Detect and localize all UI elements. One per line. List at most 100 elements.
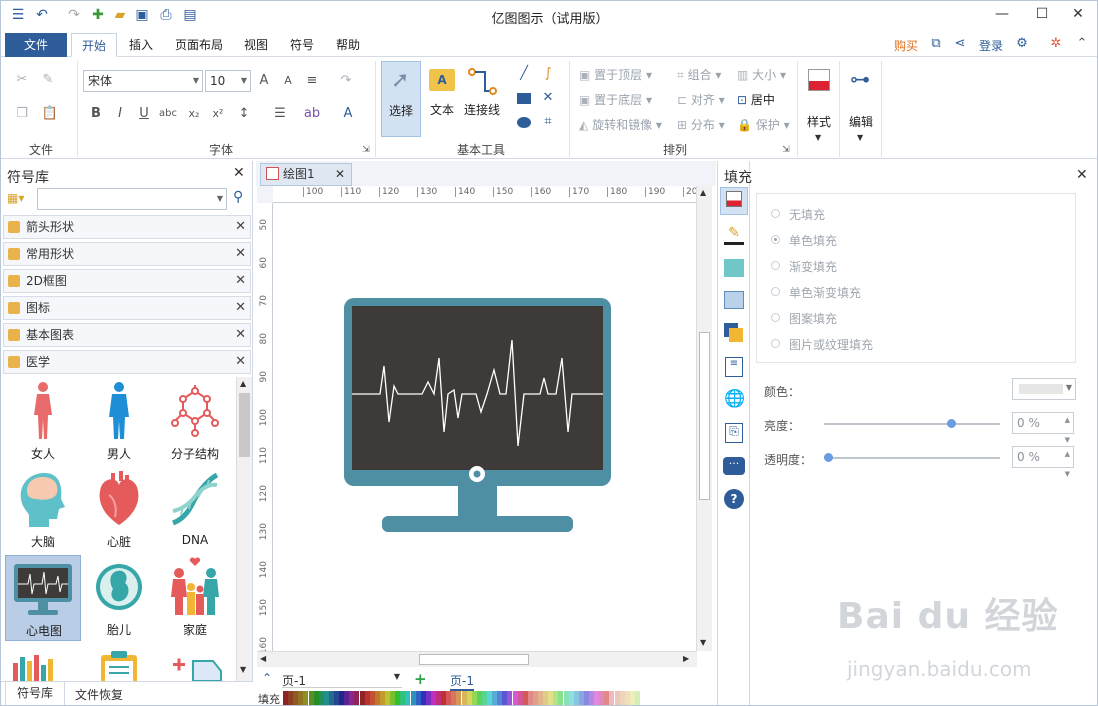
layer-icon[interactable] [724, 323, 744, 343]
style-button[interactable]: 样式 ▼ [801, 61, 837, 151]
curve-icon[interactable]: ∫ [539, 65, 557, 83]
share-window-icon[interactable]: ⧉ [927, 35, 945, 53]
select-tool-button[interactable]: ➚ 选择 [381, 61, 421, 137]
shadow-icon[interactable] [724, 259, 744, 277]
library-menu-icon[interactable]: ▦▾ [7, 191, 33, 209]
tab-insert[interactable]: 插入 [121, 33, 161, 57]
close-window-button[interactable]: ✕ [1061, 3, 1095, 25]
tab-home[interactable]: 开始 [71, 33, 117, 57]
symbol-molecule[interactable]: 分子结构 [157, 379, 233, 465]
transparency-slider[interactable] [824, 453, 1000, 462]
symbol-ecg[interactable]: 心电图 [5, 555, 81, 641]
paste-icon[interactable]: 📋 [41, 105, 59, 123]
crop-icon[interactable]: ⌗ [539, 113, 557, 131]
close-tab-icon[interactable]: ✕ [335, 164, 345, 185]
fill-panel-button[interactable] [720, 187, 748, 215]
copy-icon[interactable]: ❐ [13, 105, 31, 123]
ellipse-icon[interactable] [517, 117, 531, 128]
close-category-icon[interactable]: ✕ [235, 216, 246, 238]
cross-icon[interactable]: ✕ [539, 89, 557, 107]
image-icon[interactable] [724, 291, 744, 309]
subscript-icon[interactable]: x₂ [185, 105, 203, 123]
share-icon[interactable]: ⋖ [951, 35, 969, 53]
connector-tool-button[interactable]: 连接线 [461, 61, 503, 137]
tab-help[interactable]: 帮助 [329, 33, 367, 57]
ecg-monitor-shape[interactable] [344, 298, 612, 536]
line-spacing-icon[interactable]: ↕ [235, 105, 253, 123]
font-name-select[interactable]: 宋体 ▼ [83, 70, 203, 92]
rotate-mirror-button[interactable]: ◭ 旋转和镜像 ▾ [579, 116, 662, 133]
library-scroll-thumb[interactable] [239, 393, 250, 457]
transparency-slider-thumb[interactable] [824, 453, 833, 462]
transparency-input[interactable]: 0 % ▲ ▼ [1012, 446, 1074, 478]
close-category-icon[interactable]: ✕ [235, 297, 246, 319]
text-tool-button[interactable]: A 文本 [425, 61, 459, 137]
align-button[interactable]: ⊏ 对齐 ▾ [677, 91, 725, 108]
send-to-back-button[interactable]: ▣ 置于底层 ▾ [579, 91, 652, 108]
tab-drawing1[interactable]: 绘图1 ✕ [260, 163, 352, 186]
scroll-up-icon[interactable]: ▲ [240, 379, 246, 388]
protect-button[interactable]: 🔒 保护 ▾ [737, 116, 790, 133]
rectangle-icon[interactable] [517, 93, 531, 104]
close-category-icon[interactable]: ✕ [235, 270, 246, 292]
page-select[interactable]: 页-1 ▼ [282, 672, 402, 688]
category-basic-charts[interactable]: 基本图表 ✕ [3, 323, 251, 347]
align-text-icon[interactable]: ≡ [303, 72, 321, 90]
edit-button[interactable]: ⊶ 编辑 ▼ [843, 61, 879, 151]
font-size-select[interactable]: 10 ▼ [205, 70, 251, 92]
center-button[interactable]: ⊡ 居中 [737, 91, 775, 108]
font-dialog-launcher-icon[interactable]: ⇲ [357, 141, 375, 159]
comment-icon[interactable]: ··· [723, 457, 745, 475]
canvas-horizontal-scrollbar[interactable]: ◀ ▶ [257, 651, 697, 667]
close-category-icon[interactable]: ✕ [235, 243, 246, 265]
tab-symbol[interactable]: 符号 [283, 33, 321, 57]
category-medical[interactable]: 医学 ✕ [3, 350, 251, 374]
shrink-font-icon[interactable]: A [279, 72, 297, 90]
scroll-up-icon[interactable]: ▲ [700, 188, 706, 197]
underline-icon[interactable]: U [135, 105, 153, 123]
arrange-dialog-launcher-icon[interactable]: ⇲ [777, 141, 795, 159]
scroll-down-icon[interactable]: ▼ [240, 665, 246, 674]
maximize-button[interactable]: ☐ [1025, 3, 1059, 25]
italic-icon[interactable]: I [111, 105, 129, 123]
bring-to-front-button[interactable]: ▣ 置于顶层 ▾ [579, 66, 652, 83]
attachment-icon[interactable]: ⎘ [725, 423, 743, 443]
page-tab-1[interactable]: 页-1 [450, 672, 474, 691]
distribute-button[interactable]: ⊞ 分布 ▾ [677, 116, 725, 133]
tab-page-layout[interactable]: 页面布局 [169, 33, 229, 57]
scroll-left-icon[interactable]: ◀ [260, 654, 266, 663]
brightness-input[interactable]: 0 % ▲ ▼ [1012, 412, 1074, 444]
login-link[interactable]: 登录 [979, 37, 1003, 54]
library-search-input[interactable]: ▼ [37, 188, 227, 210]
canvas-hscroll-thumb[interactable] [419, 654, 529, 665]
tab-symbol-library[interactable]: 符号库 [5, 682, 65, 705]
canvas-vscroll-thumb[interactable] [699, 332, 710, 500]
superscript-icon[interactable]: x² [209, 105, 227, 123]
category-common-shapes[interactable]: 常用形状 ✕ [3, 242, 251, 266]
symbol-ambulance-partial[interactable] [169, 657, 225, 681]
cut-icon[interactable]: ✂ [13, 71, 31, 89]
size-button[interactable]: ▥ 大小 ▾ [737, 66, 786, 83]
symbol-family[interactable]: 家庭 [157, 555, 233, 641]
canvas-vertical-scrollbar[interactable]: ▲ ▼ [696, 186, 712, 651]
grow-font-icon[interactable]: A [255, 72, 273, 90]
symbol-heart[interactable]: 心脏 [81, 467, 157, 553]
symbol-brain[interactable]: 大脑 [5, 467, 81, 553]
search-icon[interactable]: ⚲ [233, 189, 243, 205]
brightness-slider-thumb[interactable] [946, 419, 956, 428]
format-painter-icon[interactable]: ✎ [39, 71, 57, 89]
scroll-right-icon[interactable]: ▶ [683, 654, 689, 663]
highlight-icon[interactable]: ab [303, 105, 321, 123]
hyperlink-icon[interactable]: 🌐 [724, 389, 745, 409]
symbol-bar-chart-partial[interactable] [11, 651, 67, 681]
group-button[interactable]: ⌗ 组合 ▾ [677, 66, 721, 83]
symbol-woman[interactable]: 女人 [5, 379, 81, 465]
symbol-dna[interactable]: DNA [157, 467, 233, 553]
tab-view[interactable]: 视图 [237, 33, 275, 57]
buy-link[interactable]: 购买 [894, 37, 918, 54]
strikethrough-icon[interactable]: abc [159, 105, 177, 123]
close-fill-panel-icon[interactable]: ✕ [1076, 167, 1088, 183]
library-scrollbar[interactable]: ▲ ▼ [236, 377, 252, 681]
text-direction-icon[interactable]: ↷ [337, 72, 355, 90]
color-palette[interactable] [283, 691, 640, 705]
